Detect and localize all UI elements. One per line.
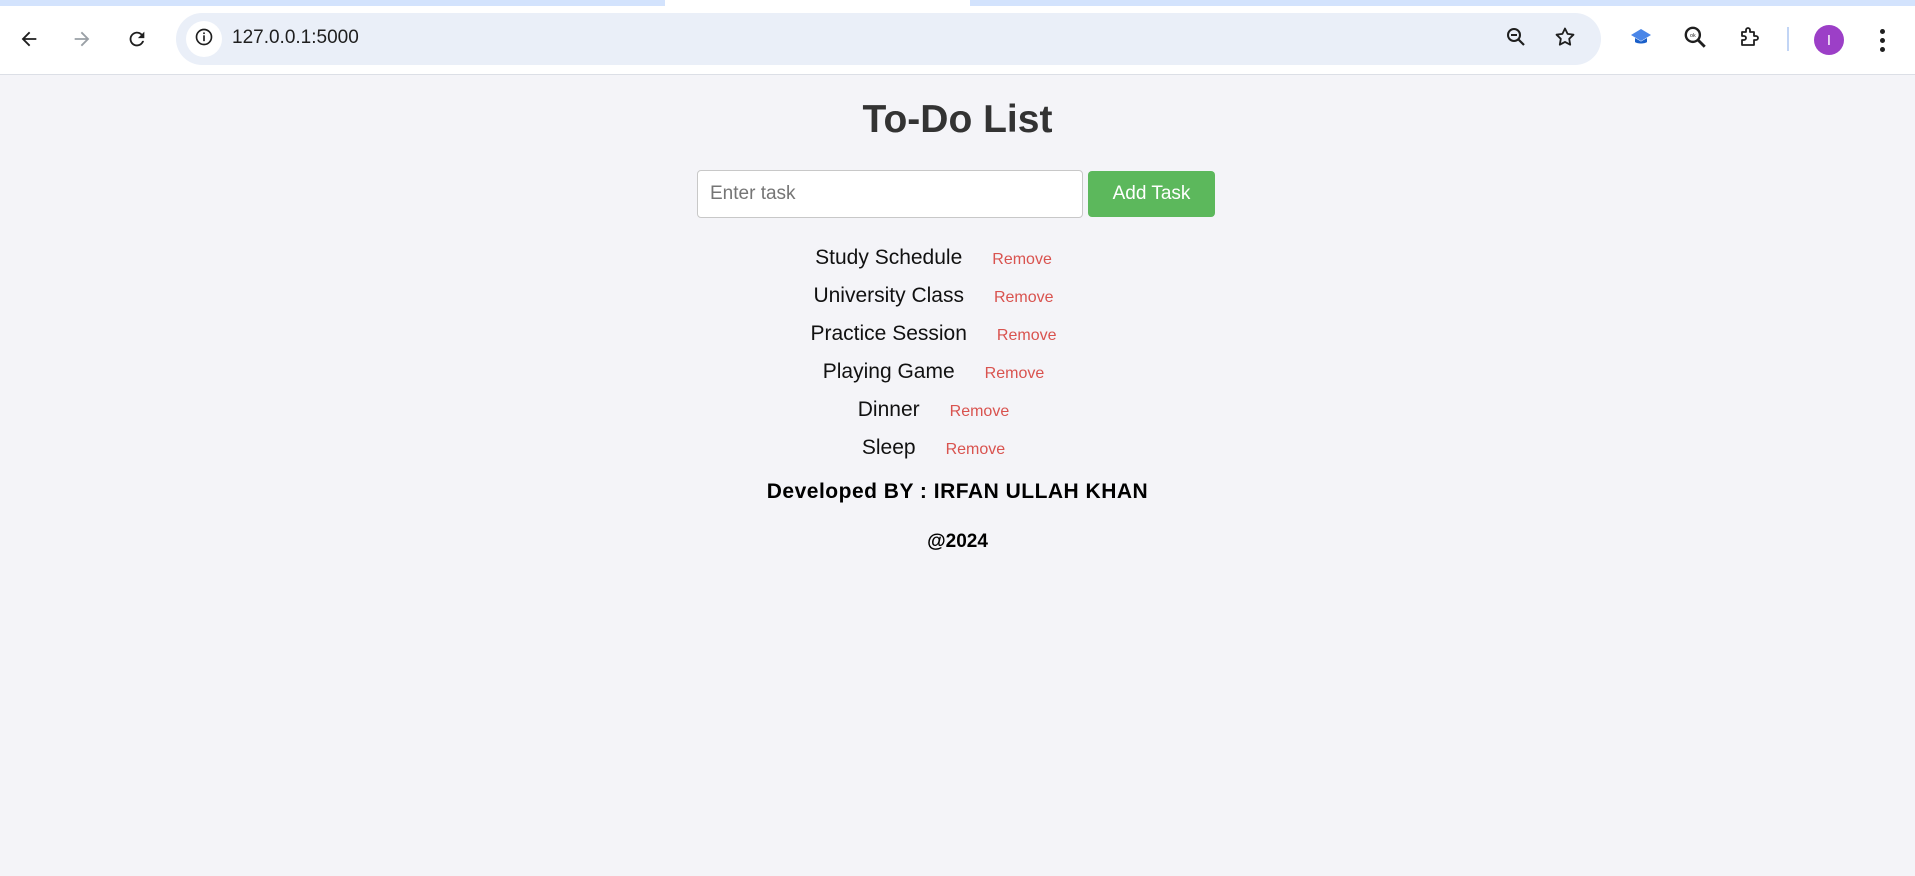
active-tab[interactable] [665,0,970,6]
remove-button[interactable]: Remove [946,438,1006,459]
search-icon: ok [1682,24,1708,55]
info-icon [194,27,214,52]
star-icon [1553,25,1577,54]
arrow-right-icon [71,28,93,50]
more-vert-icon[interactable] [1870,24,1894,56]
task-item: University Class Remove [0,277,1915,315]
task-form: Add Task [697,170,1215,218]
task-text: Study Schedule [815,246,963,269]
remove-button[interactable]: Remove [994,286,1054,307]
add-task-button[interactable]: Add Task [1088,171,1215,217]
extensions-button[interactable] [1732,22,1766,56]
remove-button[interactable]: Remove [992,248,1052,269]
site-info-button[interactable] [186,21,222,57]
task-item: Sleep Remove [0,429,1915,467]
forward-button[interactable] [62,19,102,59]
remove-button[interactable]: Remove [985,362,1045,383]
page-title: To-Do List [862,98,1053,141]
copyright-text: @2024 [927,531,988,552]
zoom-button[interactable] [1501,24,1531,54]
remove-button[interactable]: Remove [997,324,1057,345]
task-item: Practice Session Remove [0,315,1915,353]
back-button[interactable] [9,19,49,59]
task-text: Dinner [857,398,920,421]
zoom-out-icon [1504,25,1528,54]
remove-button[interactable]: Remove [950,400,1010,421]
task-text: University Class [813,284,964,307]
task-list: Study Schedule Remove University Class R… [0,239,1915,467]
developer-credit: Developed BY : IRFAN ULLAH KHAN [766,480,1149,503]
task-text: Practice Session [810,322,967,345]
task-item: Study Schedule Remove [0,239,1915,277]
graduation-cap-icon [1629,25,1653,54]
task-text: Playing Game [822,360,955,383]
task-item: Playing Game Remove [0,353,1915,391]
bookmark-button[interactable] [1550,24,1580,54]
reload-icon [126,28,148,50]
task-input[interactable] [697,170,1083,218]
svg-text:ok: ok [1690,33,1696,39]
browser-toolbar: 127.0.0.1:5000 ok I [0,0,1915,75]
url-text[interactable]: 127.0.0.1:5000 [232,27,359,49]
reload-button[interactable] [117,19,157,59]
puzzle-icon [1737,25,1761,54]
arrow-left-icon [18,28,40,50]
page-content: To-Do List Add Task Study Schedule Remov… [0,75,1915,876]
extension-button-1[interactable] [1624,22,1658,56]
task-item: Dinner Remove [0,391,1915,429]
toolbar-divider [1787,27,1789,51]
task-text: Sleep [861,436,916,459]
profile-avatar[interactable]: I [1814,25,1844,55]
extension-button-2[interactable]: ok [1678,22,1712,56]
address-bar[interactable]: 127.0.0.1:5000 [176,13,1601,65]
